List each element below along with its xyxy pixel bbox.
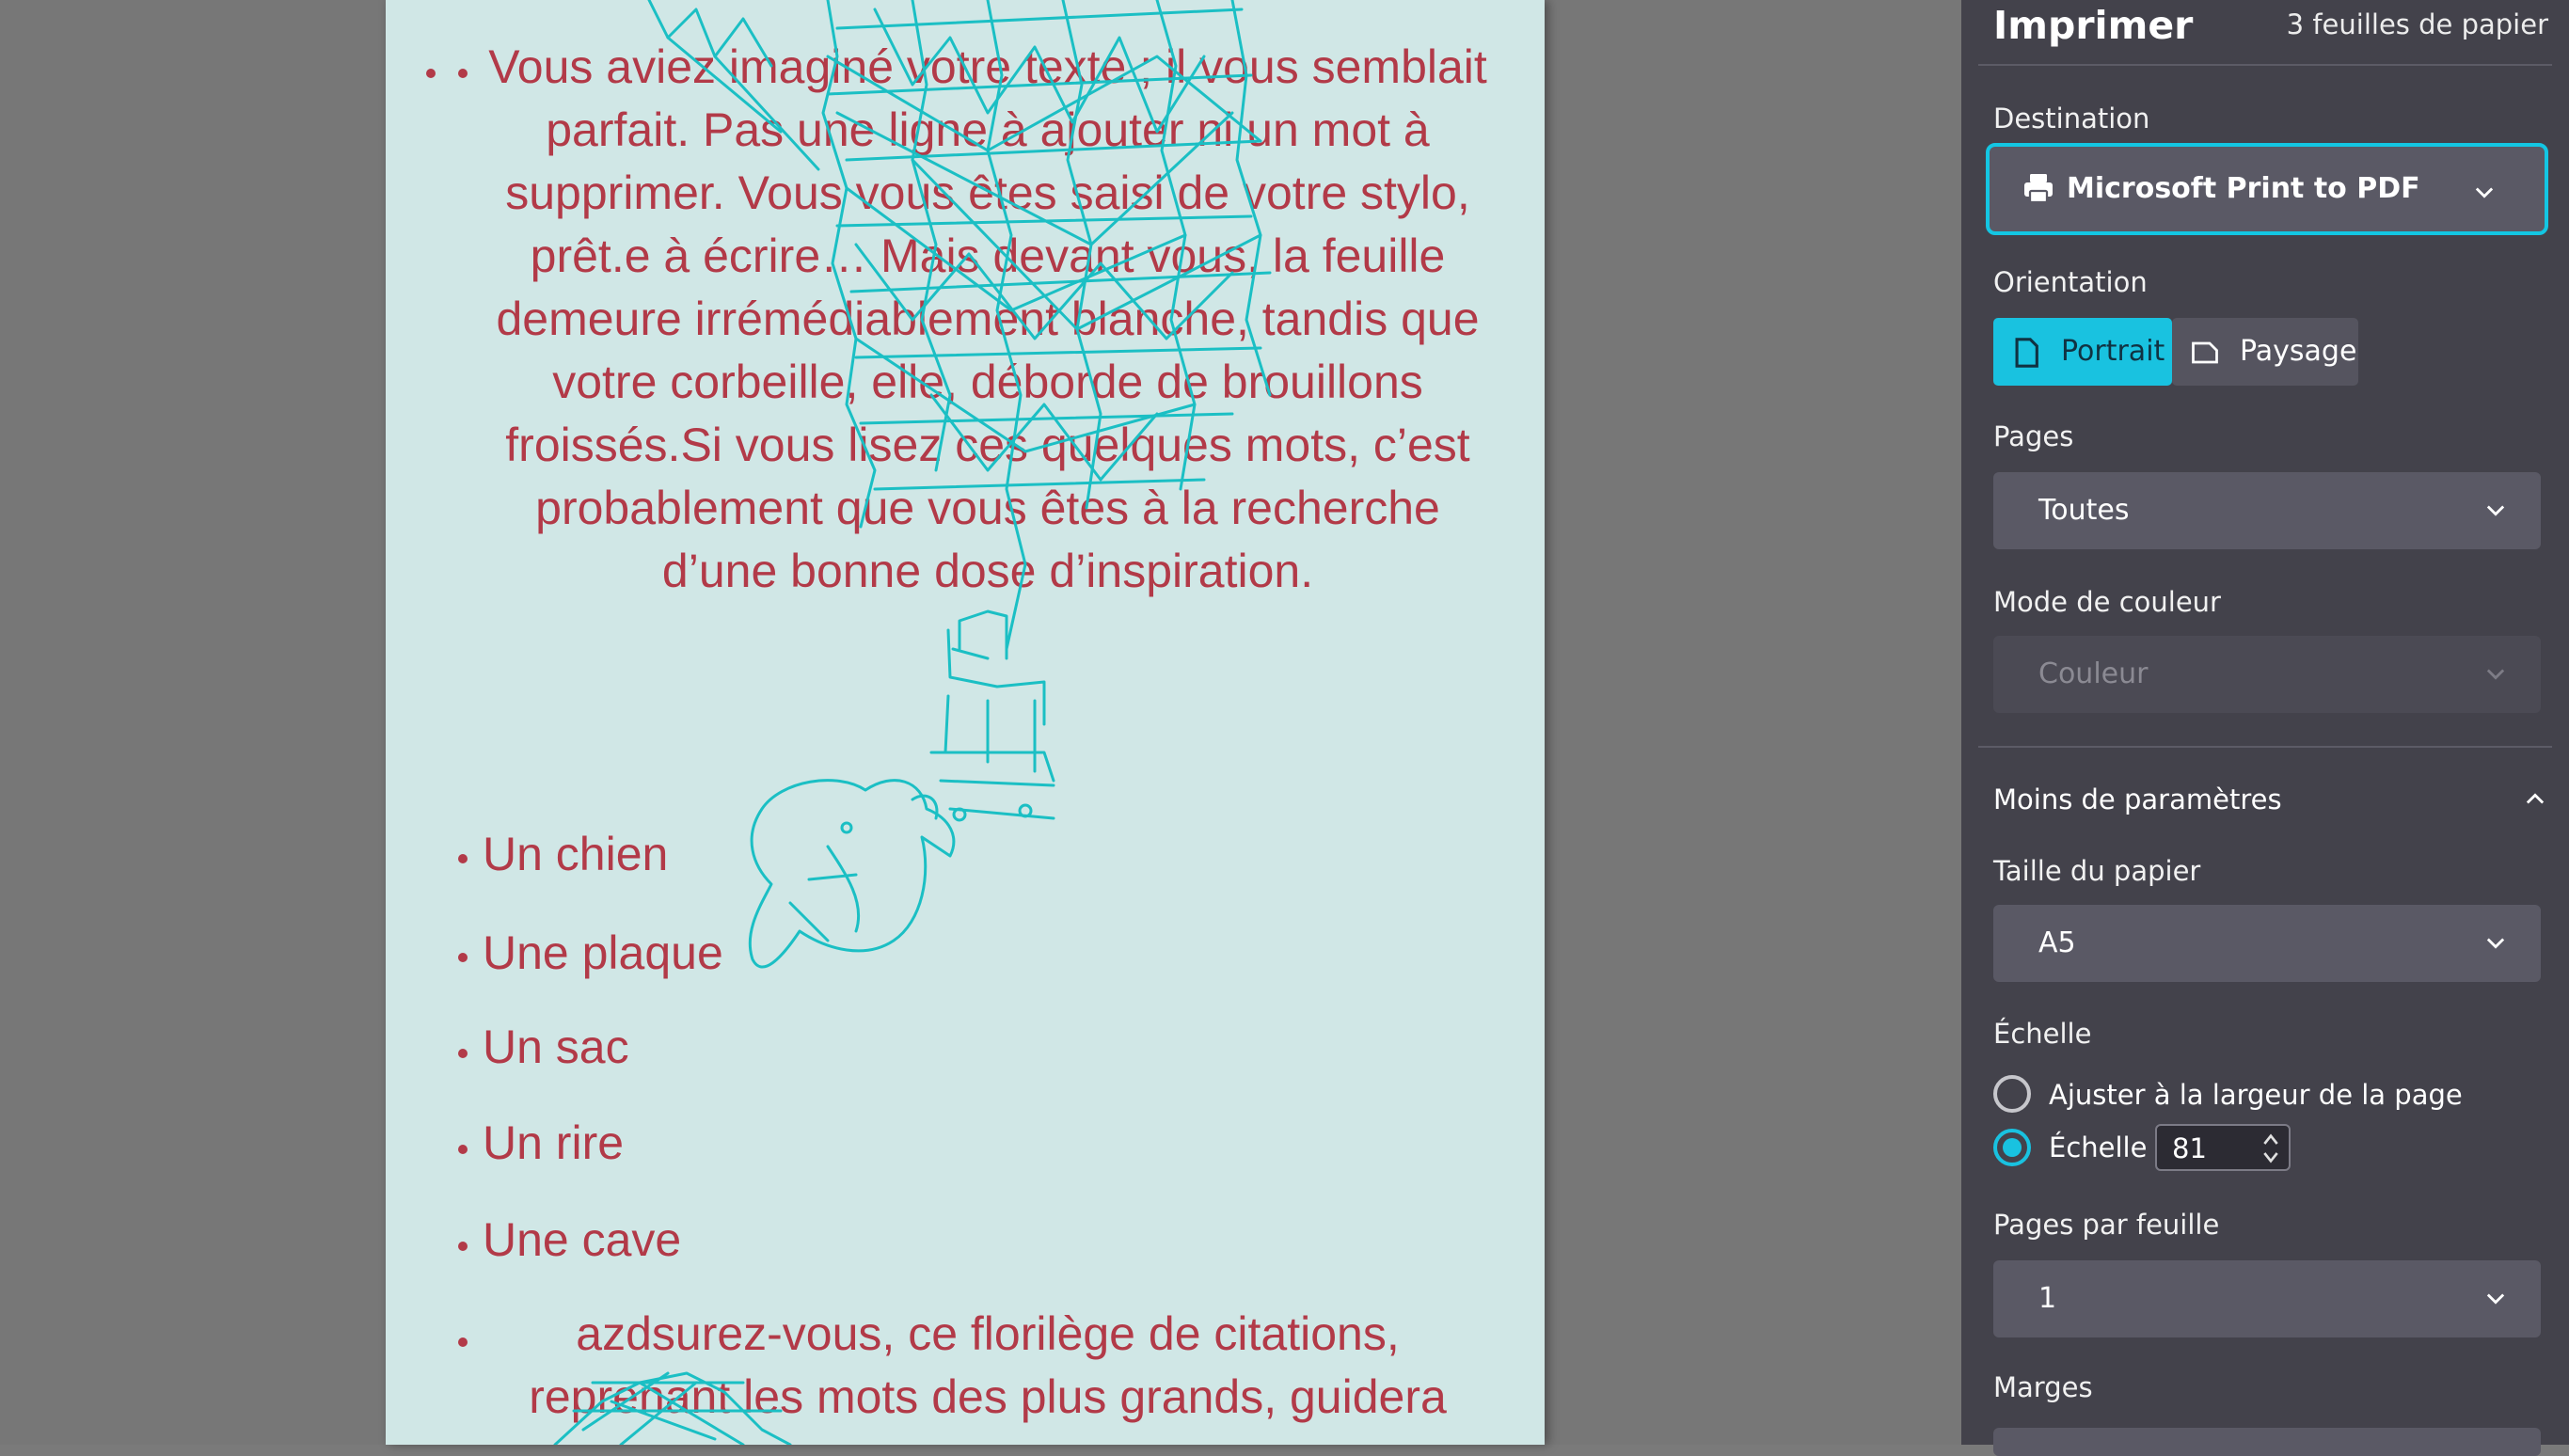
chevron-down-icon <box>2486 1293 2505 1305</box>
margins-label: Marges <box>1993 1371 2093 1403</box>
pages-label: Pages <box>1993 420 2074 452</box>
pages-per-sheet-value: 1 <box>2038 1282 2057 1315</box>
destination-select[interactable]: Microsoft Print to PDF <box>1986 143 2548 235</box>
paper-size-select[interactable]: A5 <box>1993 905 2541 982</box>
paper-size-label: Taille du papier <box>1993 855 2201 887</box>
list-item: Un rire <box>483 1116 625 1169</box>
chevron-down-icon <box>2486 669 2505 680</box>
fewer-settings-toggle[interactable]: Moins de paramètres <box>1993 783 2282 816</box>
panel-title: Imprimer <box>1993 3 2194 48</box>
chevron-down-icon <box>2486 505 2505 516</box>
scale-label: Échelle <box>1993 1018 2092 1050</box>
spinner-arrows-icon[interactable] <box>2260 1130 2281 1167</box>
preview-paragraph-2: azdsurez-vous, ce florilège de citations… <box>529 1307 1447 1423</box>
scale-value: 81 <box>2172 1132 2207 1164</box>
printer-icon <box>2024 174 2053 204</box>
orientation-portrait-button[interactable]: Portrait <box>1993 318 2172 386</box>
margins-select[interactable] <box>1993 1428 2541 1456</box>
print-settings-panel: Imprimer 3 feuilles de papier Destinatio… <box>1961 0 2569 1456</box>
color-mode-value: Couleur <box>2038 657 2149 690</box>
destination-label: Destination <box>1993 103 2150 135</box>
orientation-label: Orientation <box>1993 266 2148 298</box>
chevron-down-icon <box>2486 938 2505 949</box>
pages-per-sheet-select[interactable]: 1 <box>1993 1260 2541 1337</box>
list-bullet <box>426 69 436 78</box>
list-bullet <box>458 1145 468 1154</box>
chevron-up-icon[interactable] <box>2522 786 2548 813</box>
print-preview-area: Vous aviez imaginé votre texte ; il vous… <box>0 0 1961 1445</box>
list-bullet <box>458 854 468 863</box>
color-mode-select[interactable]: Couleur <box>1993 636 2541 713</box>
portrait-page-icon <box>2015 338 2038 368</box>
orientation-landscape-button[interactable]: Paysage <box>2172 318 2358 386</box>
list-bullet <box>458 1049 468 1058</box>
preview-paragraph: Vous aviez imaginé votre texte ; il vous… <box>488 40 1487 597</box>
list-item: Une plaque <box>483 926 723 979</box>
scale-custom-label[interactable]: Échelle <box>2049 1131 2147 1164</box>
paper-size-value: A5 <box>2038 926 2076 959</box>
list-bullet <box>458 69 468 78</box>
list-bullet <box>458 953 468 962</box>
orientation-portrait-label: Portrait <box>2061 335 2165 368</box>
orientation-landscape-label: Paysage <box>2240 335 2357 368</box>
color-mode-label: Mode de couleur <box>1993 586 2221 618</box>
destination-value: Microsoft Print to PDF <box>2067 172 2420 205</box>
pages-per-sheet-label: Pages par feuille <box>1993 1209 2220 1241</box>
scale-fit-radio[interactable] <box>1993 1075 2031 1113</box>
pages-value: Toutes <box>2038 494 2130 527</box>
list-bullet <box>458 1242 468 1251</box>
preview-page: Vous aviez imaginé votre texte ; il vous… <box>386 0 1545 1445</box>
sheet-count: 3 feuilles de papier <box>2286 8 2548 40</box>
list-item: Une cave <box>483 1213 682 1266</box>
list-item: Un sac <box>483 1021 629 1073</box>
divider <box>1978 746 2552 748</box>
landscape-page-icon <box>2192 341 2218 364</box>
list-bullet <box>458 1337 468 1347</box>
pages-select[interactable]: Toutes <box>1993 472 2541 549</box>
chevron-down-icon <box>2475 187 2494 198</box>
scale-input[interactable]: 81 <box>2155 1124 2291 1171</box>
scale-fit-label[interactable]: Ajuster à la largeur de la page <box>2049 1078 2463 1112</box>
scale-custom-radio[interactable] <box>1993 1129 2031 1166</box>
divider <box>1978 64 2552 66</box>
list-item: Un chien <box>483 828 669 880</box>
